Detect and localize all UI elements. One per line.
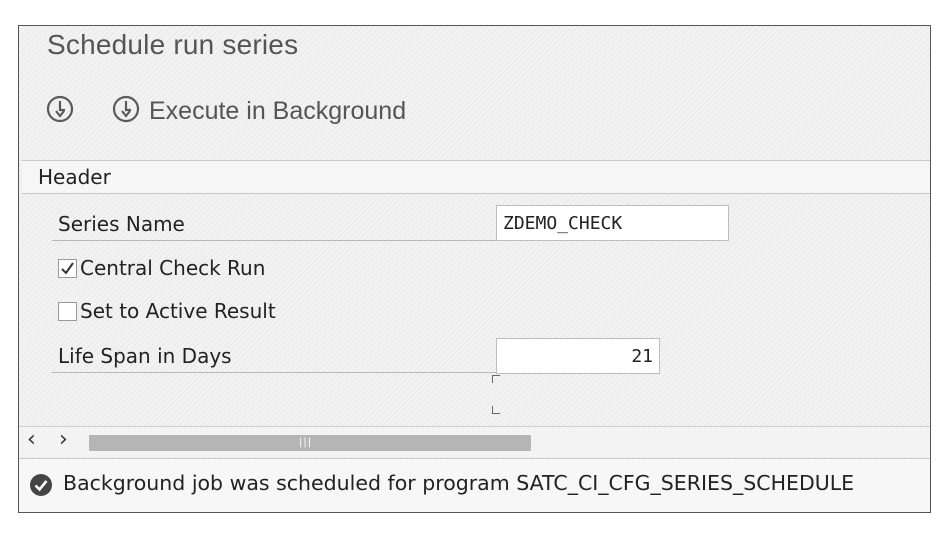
scrollbar-grip: ||| (299, 437, 313, 448)
resize-corner-bottom (492, 406, 500, 414)
series-name-value: ZDEMO_CHECK (503, 212, 623, 234)
life-span-label: Life Span in Days (58, 344, 232, 368)
checkmark-icon (61, 262, 74, 275)
central-check-run-label: Central Check Run (80, 256, 266, 280)
horizontal-scrollbar[interactable]: ‹ › ||| (19, 426, 930, 457)
execute-in-background-button[interactable]: Execute in Background (111, 94, 406, 128)
execute-clock-icon (111, 94, 141, 128)
header-panel: Header Series Name ZDEMO_CHECK Central C… (22, 160, 930, 414)
header-title: Header (38, 165, 111, 189)
set-active-result-label: Set to Active Result (80, 299, 276, 323)
execute-button-label: Execute in Background (149, 96, 407, 125)
series-name-underline (52, 240, 497, 241)
life-span-field[interactable]: 21 (496, 338, 660, 374)
life-span-underline (52, 372, 497, 373)
central-check-run-checkbox[interactable] (58, 259, 77, 278)
set-active-result-checkbox[interactable] (58, 302, 77, 321)
series-name-label: Series Name (58, 212, 185, 236)
success-check-icon (29, 473, 53, 501)
status-bar: Background job was scheduled for program… (19, 458, 930, 512)
scroll-right-icon[interactable]: › (59, 427, 68, 452)
status-message: Background job was scheduled for program… (63, 471, 855, 495)
resize-corner-top (492, 375, 500, 383)
life-span-value: 21 (631, 345, 653, 367)
scroll-left-icon[interactable]: ‹ (27, 427, 36, 452)
header-section-title: Header (22, 160, 930, 194)
page-title: Schedule run series (47, 29, 299, 60)
schedule-run-series-window: Schedule run series Execute in Backgroun… (18, 25, 931, 513)
series-name-field[interactable]: ZDEMO_CHECK (496, 205, 729, 241)
toolbar: Execute in Background (19, 90, 930, 134)
execute-clock-icon[interactable] (45, 94, 75, 124)
scrollbar-thumb[interactable]: ||| (89, 435, 531, 451)
